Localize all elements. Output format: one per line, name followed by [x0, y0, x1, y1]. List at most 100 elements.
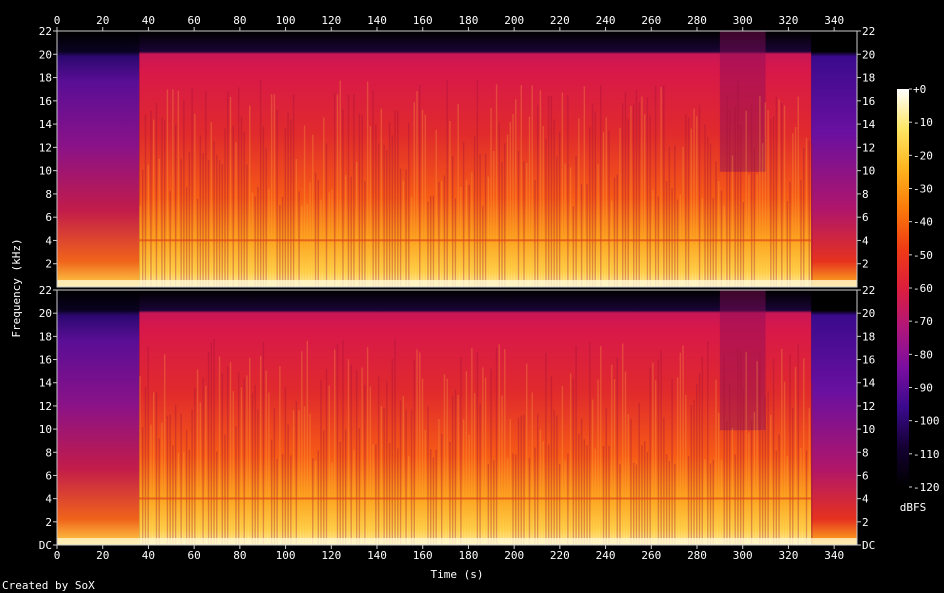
texture-streak [323, 430, 325, 545]
texture-streak [597, 379, 599, 545]
y-tick-label-right: 22 [862, 25, 875, 38]
texture-streak [301, 351, 303, 545]
texture-streak [221, 373, 223, 545]
outro-segment [811, 290, 857, 545]
texture-streak [772, 116, 775, 287]
texture-streak [147, 346, 149, 545]
texture-streak [419, 84, 421, 287]
texture-streak [377, 376, 380, 545]
texture-streak [243, 378, 245, 545]
texture-streak [457, 395, 459, 545]
texture-streak [506, 457, 509, 545]
y-tick-label-left: 6 [45, 469, 52, 482]
texture-streak [671, 188, 673, 287]
texture-streak [729, 109, 731, 288]
texture-streak [676, 199, 679, 287]
texture-streak [580, 418, 583, 545]
texture-streak [325, 143, 328, 287]
texture-streak [594, 448, 596, 545]
texture-streak [726, 96, 728, 288]
texture-streak [432, 457, 435, 545]
texture-streak [435, 449, 437, 545]
texture-streak [303, 125, 306, 287]
texture-streak [718, 180, 720, 287]
texture-streak [572, 206, 575, 287]
texture-streak [630, 419, 632, 545]
texture-streak [361, 114, 363, 287]
texture-streak [737, 80, 739, 287]
y-tick-label-right: 22 [862, 284, 875, 297]
texture-streak [652, 362, 654, 545]
x-tick-label-top: 180 [458, 14, 478, 27]
texture-streak [298, 191, 300, 287]
texture-streak [172, 89, 174, 287]
texture-streak [303, 406, 306, 545]
y-tick-label-right: 2 [862, 516, 869, 529]
texture-streak [608, 445, 610, 545]
texture-streak [750, 103, 753, 287]
texture-streak [369, 126, 372, 287]
texture-streak [394, 110, 396, 287]
texture-streak [482, 205, 484, 287]
texture-streak [416, 349, 418, 545]
texture-streak [468, 184, 470, 287]
texture-streak [542, 441, 544, 545]
texture-streak [627, 118, 629, 288]
texture-streak [166, 415, 169, 545]
texture-streak [345, 429, 347, 545]
texture-streak [641, 445, 643, 545]
texture-streak [309, 413, 311, 545]
texture-streak [600, 85, 602, 287]
y-tick-label-left: 18 [39, 72, 52, 85]
x-tick-label-bottom: 340 [824, 549, 844, 562]
texture-streak [377, 143, 380, 287]
texture-streak [591, 103, 594, 287]
texture-streak [723, 354, 725, 545]
x-tick-label-bottom: 260 [641, 549, 661, 562]
texture-streak [753, 148, 756, 287]
x-tick-label-bottom: 20 [96, 549, 109, 562]
texture-streak [742, 388, 745, 545]
y-tick-label-right: 20 [862, 48, 875, 61]
texture-streak [657, 196, 660, 287]
y-tick-label-left: 14 [39, 118, 53, 131]
texture-streak [259, 80, 262, 287]
texture-streak [366, 81, 369, 287]
texture-streak [238, 371, 240, 545]
texture-streak [150, 424, 152, 545]
texture-streak [707, 137, 709, 287]
texture-streak [432, 195, 435, 287]
intro-segment [57, 290, 140, 545]
colorbar-tick-label: -100 [913, 415, 940, 428]
texture-streak [635, 464, 638, 545]
texture-streak [312, 458, 314, 545]
x-tick-label-bottom: 200 [504, 549, 524, 562]
texture-streak [761, 430, 764, 545]
texture-streak [454, 198, 457, 287]
texture-streak [643, 441, 646, 545]
texture-streak [622, 343, 624, 545]
texture-streak [430, 449, 432, 545]
texture-streak [767, 391, 769, 545]
texture-streak [504, 349, 506, 545]
texture-streak [161, 117, 163, 287]
texture-streak [698, 104, 701, 287]
texture-streak [438, 419, 440, 545]
texture-streak [495, 84, 498, 287]
texture-streak [353, 93, 355, 288]
texture-streak [635, 89, 638, 287]
texture-streak [723, 206, 725, 287]
texture-streak [210, 342, 212, 545]
y-tick-label-right: 16 [862, 354, 875, 367]
texture-streak [611, 200, 613, 287]
y-tick-label-left: 10 [39, 423, 52, 436]
texture-streak [786, 455, 788, 545]
texture-streak [772, 358, 775, 545]
texture-streak [471, 348, 473, 545]
texture-streak [473, 393, 476, 545]
texture-streak [350, 176, 352, 287]
texture-streak [169, 190, 171, 287]
texture-streak [482, 367, 484, 545]
texture-streak [578, 118, 580, 287]
texture-streak [589, 126, 591, 287]
